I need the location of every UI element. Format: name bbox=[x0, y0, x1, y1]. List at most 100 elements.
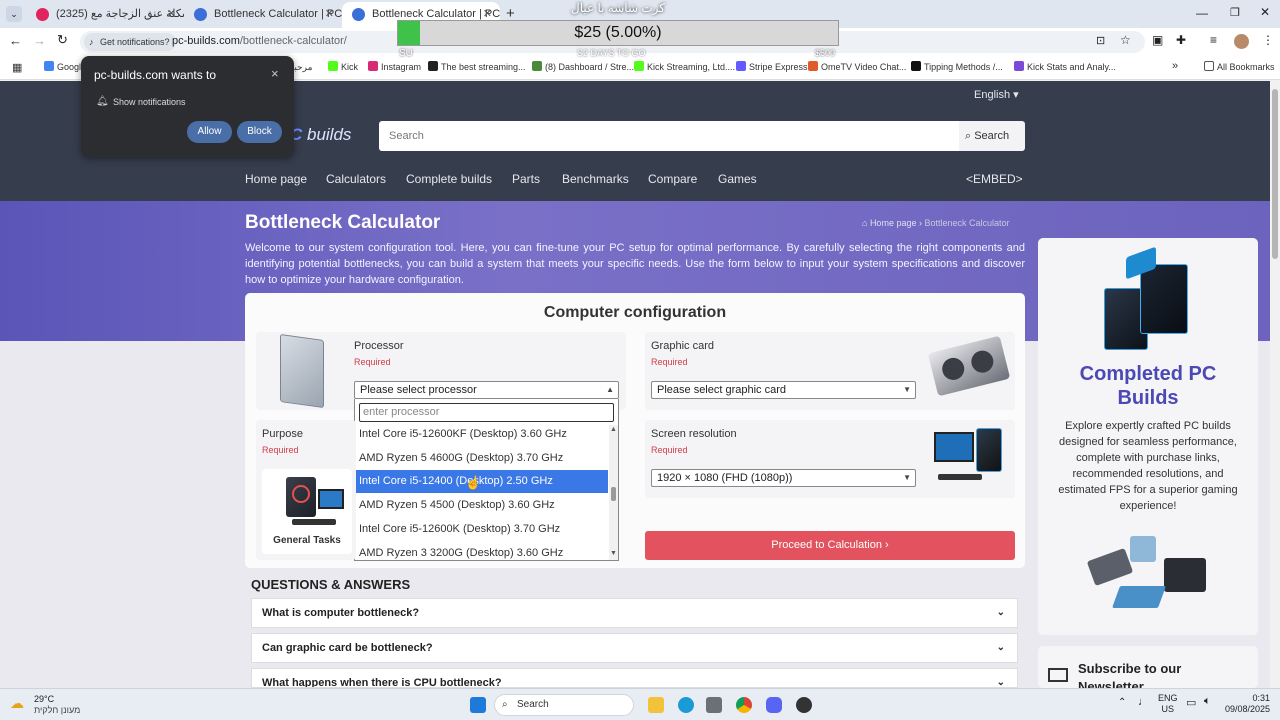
resolution-select[interactable]: 1920 × 1080 (FHD (1080p)) ▼ bbox=[651, 469, 916, 487]
taskbar-search[interactable]: ⌕ Search bbox=[494, 694, 634, 716]
gpu-select[interactable]: Please select graphic card ▼ bbox=[651, 381, 916, 399]
url-text[interactable]: pc-builds.com/bottleneck-calculator/ bbox=[172, 35, 347, 47]
store-icon[interactable] bbox=[706, 697, 722, 713]
dashboard-icon bbox=[532, 61, 542, 71]
bookmark-dashboard[interactable]: (8) Dashboard / Stre... bbox=[532, 61, 634, 72]
extension-icon[interactable]: ▣ bbox=[1152, 33, 1163, 47]
dropdown-option[interactable]: AMD Ryzen 3 3200G (Desktop) 3.60 GHz bbox=[354, 543, 608, 560]
nav-benchmarks[interactable]: Benchmarks bbox=[562, 172, 629, 186]
back-icon[interactable]: ← bbox=[9, 33, 22, 48]
proceed-button[interactable]: Proceed to Calculation › bbox=[645, 531, 1015, 560]
config-heading: Computer configuration bbox=[543, 304, 727, 321]
close-icon[interactable]: ✕ bbox=[325, 2, 334, 26]
bookmark-kick[interactable]: Kick bbox=[328, 61, 358, 72]
faq-item[interactable]: Can graphic card be bottleneck? ⌄ bbox=[251, 633, 1018, 663]
block-button[interactable]: Block bbox=[237, 121, 282, 143]
more-bookmarks-icon[interactable]: » bbox=[1172, 60, 1178, 72]
obs-icon[interactable] bbox=[796, 697, 812, 713]
clock[interactable]: 0:31 09/08/2025 bbox=[1222, 693, 1270, 715]
goal-days-label: S2 DAYS TO GO bbox=[577, 48, 646, 58]
language-indicator[interactable]: ENG US bbox=[1158, 693, 1178, 715]
weather-temp[interactable]: 29°C bbox=[34, 694, 54, 704]
minimize-icon[interactable]: — bbox=[1196, 6, 1208, 20]
popup-close-button[interactable]: × bbox=[271, 66, 279, 81]
star-icon[interactable]: ☆ bbox=[1120, 33, 1131, 47]
site-search-input[interactable]: Search bbox=[379, 121, 959, 151]
file-explorer-icon[interactable] bbox=[648, 697, 664, 713]
lang-top: ENG bbox=[1158, 693, 1178, 703]
nav-parts[interactable]: Parts bbox=[512, 172, 540, 186]
purpose-option-general-tasks[interactable]: General Tasks bbox=[262, 469, 352, 554]
media-icon[interactable]: ≡ bbox=[1210, 33, 1217, 47]
restore-icon[interactable]: ❐ bbox=[1230, 6, 1240, 19]
windows-start-icon[interactable] bbox=[470, 697, 486, 713]
site-search-button[interactable]: ⌕ Search bbox=[959, 121, 1025, 151]
site-logo[interactable]: C builds bbox=[290, 125, 351, 145]
chrome-icon[interactable] bbox=[736, 697, 752, 713]
notification-chip[interactable]: ♪ Get notifications? bbox=[84, 33, 176, 51]
tab-2[interactable]: Bottleneck Calculator | PC Build ✕ bbox=[184, 2, 342, 28]
dropdown-option[interactable]: AMD Ryzen 5 4500 (Desktop) 3.60 GHz bbox=[354, 495, 608, 517]
tab-1[interactable]: حل مشكلة عنق الزجاجة مع (2325) ✕ bbox=[26, 2, 184, 28]
weather-icon[interactable]: ☁ bbox=[10, 695, 24, 712]
scroll-down-icon[interactable]: ▼ bbox=[610, 550, 617, 557]
bookmark-tipping[interactable]: Tipping Methods /... bbox=[911, 61, 1003, 72]
scrollbar-thumb[interactable] bbox=[1272, 89, 1278, 259]
window-close-icon[interactable]: ✕ bbox=[1260, 5, 1270, 19]
language-selector[interactable]: English ▾ bbox=[974, 88, 1019, 101]
nav-home-page[interactable]: Home page bbox=[245, 172, 307, 186]
dropdown-scrollbar[interactable]: ▲ ▼ bbox=[609, 425, 618, 560]
dropdown-option[interactable]: Intel Core i5-12600KF (Desktop) 3.60 GHz bbox=[354, 425, 608, 447]
nav-calculators[interactable]: Calculators bbox=[326, 172, 386, 186]
breadcrumb-home[interactable]: Home page bbox=[870, 218, 917, 228]
volume-icon[interactable]: 🔈︎ bbox=[1204, 695, 1211, 708]
bookmark-kick-stats[interactable]: Kick Stats and Analy... bbox=[1014, 61, 1116, 72]
install-icon[interactable]: ⊡ bbox=[1096, 34, 1105, 47]
tray-chevron-icon[interactable]: ⌃ bbox=[1118, 697, 1126, 708]
processor-search-input[interactable]: enter processor bbox=[359, 403, 614, 422]
scrollbar-thumb[interactable] bbox=[611, 487, 616, 501]
close-icon[interactable]: ✕ bbox=[167, 2, 176, 26]
nav-compare[interactable]: Compare bbox=[648, 172, 697, 186]
instagram-icon bbox=[368, 61, 378, 71]
forward-icon[interactable]: → bbox=[33, 33, 46, 48]
resolution-required: Required bbox=[651, 445, 688, 455]
bookmark-stripe[interactable]: Stripe Express bbox=[736, 61, 808, 72]
edge-icon[interactable] bbox=[678, 697, 694, 713]
bookmark-kick-streaming[interactable]: Kick Streaming, Ltd.... bbox=[634, 61, 735, 72]
faq-item[interactable]: What is computer bottleneck? ⌄ bbox=[251, 598, 1018, 628]
microphone-icon[interactable]: ♩ bbox=[1138, 696, 1149, 708]
page-scrollbar[interactable] bbox=[1270, 81, 1280, 688]
newsletter-card[interactable]: Subscribe to our Newsletter bbox=[1038, 646, 1258, 688]
processor-select[interactable]: Please select processor ▲ bbox=[354, 381, 619, 399]
bookmark-streaming[interactable]: The best streaming... bbox=[428, 61, 526, 72]
search-placeholder: Search bbox=[389, 130, 424, 142]
avatar[interactable] bbox=[1234, 34, 1249, 49]
nav-complete-builds[interactable]: Complete builds bbox=[406, 172, 492, 186]
apps-icon[interactable]: ▦ bbox=[12, 61, 22, 74]
nav-games[interactable]: Games bbox=[718, 172, 757, 186]
completed-builds-card[interactable]: Completed PC Builds Explore expertly cra… bbox=[1038, 238, 1258, 635]
tab-search-icon[interactable]: ⌄ bbox=[6, 6, 22, 22]
dropdown-option[interactable]: AMD Ryzen 5 4600G (Desktop) 3.70 GHz bbox=[354, 448, 608, 470]
intro-text: Welcome to our system configuration tool… bbox=[245, 242, 1025, 286]
popup-title: pc-builds.com wants to bbox=[94, 68, 217, 82]
discord-icon[interactable] bbox=[766, 697, 782, 713]
all-bookmarks[interactable]: All Bookmarks bbox=[1204, 61, 1275, 72]
puzzle-icon[interactable]: ✚ bbox=[1176, 33, 1186, 47]
bookmark-google[interactable]: Google bbox=[44, 61, 86, 72]
menu-icon[interactable]: ⋮ bbox=[1262, 33, 1274, 47]
scroll-up-icon[interactable]: ▲ bbox=[610, 426, 617, 433]
language-label: English bbox=[974, 89, 1011, 101]
weather-desc[interactable]: מעונן חלקית bbox=[34, 705, 80, 715]
monitor-icon bbox=[318, 489, 344, 509]
dropdown-option[interactable]: Intel Core i5-12600K (Desktop) 3.70 GHz bbox=[354, 519, 608, 541]
resolution-label: Screen resolution bbox=[651, 428, 737, 440]
allow-button[interactable]: Allow bbox=[187, 121, 232, 143]
network-icon[interactable]: ▭ bbox=[1186, 696, 1196, 709]
reload-icon[interactable]: ↻ bbox=[57, 32, 68, 48]
faq-item[interactable]: What happens when there is CPU bottlenec… bbox=[251, 668, 1018, 688]
nav-embed[interactable]: <EMBED> bbox=[966, 172, 1023, 186]
bookmark-instagram[interactable]: Instagram bbox=[368, 61, 421, 72]
bookmark-ometv[interactable]: OmeTV Video Chat... bbox=[808, 61, 906, 72]
